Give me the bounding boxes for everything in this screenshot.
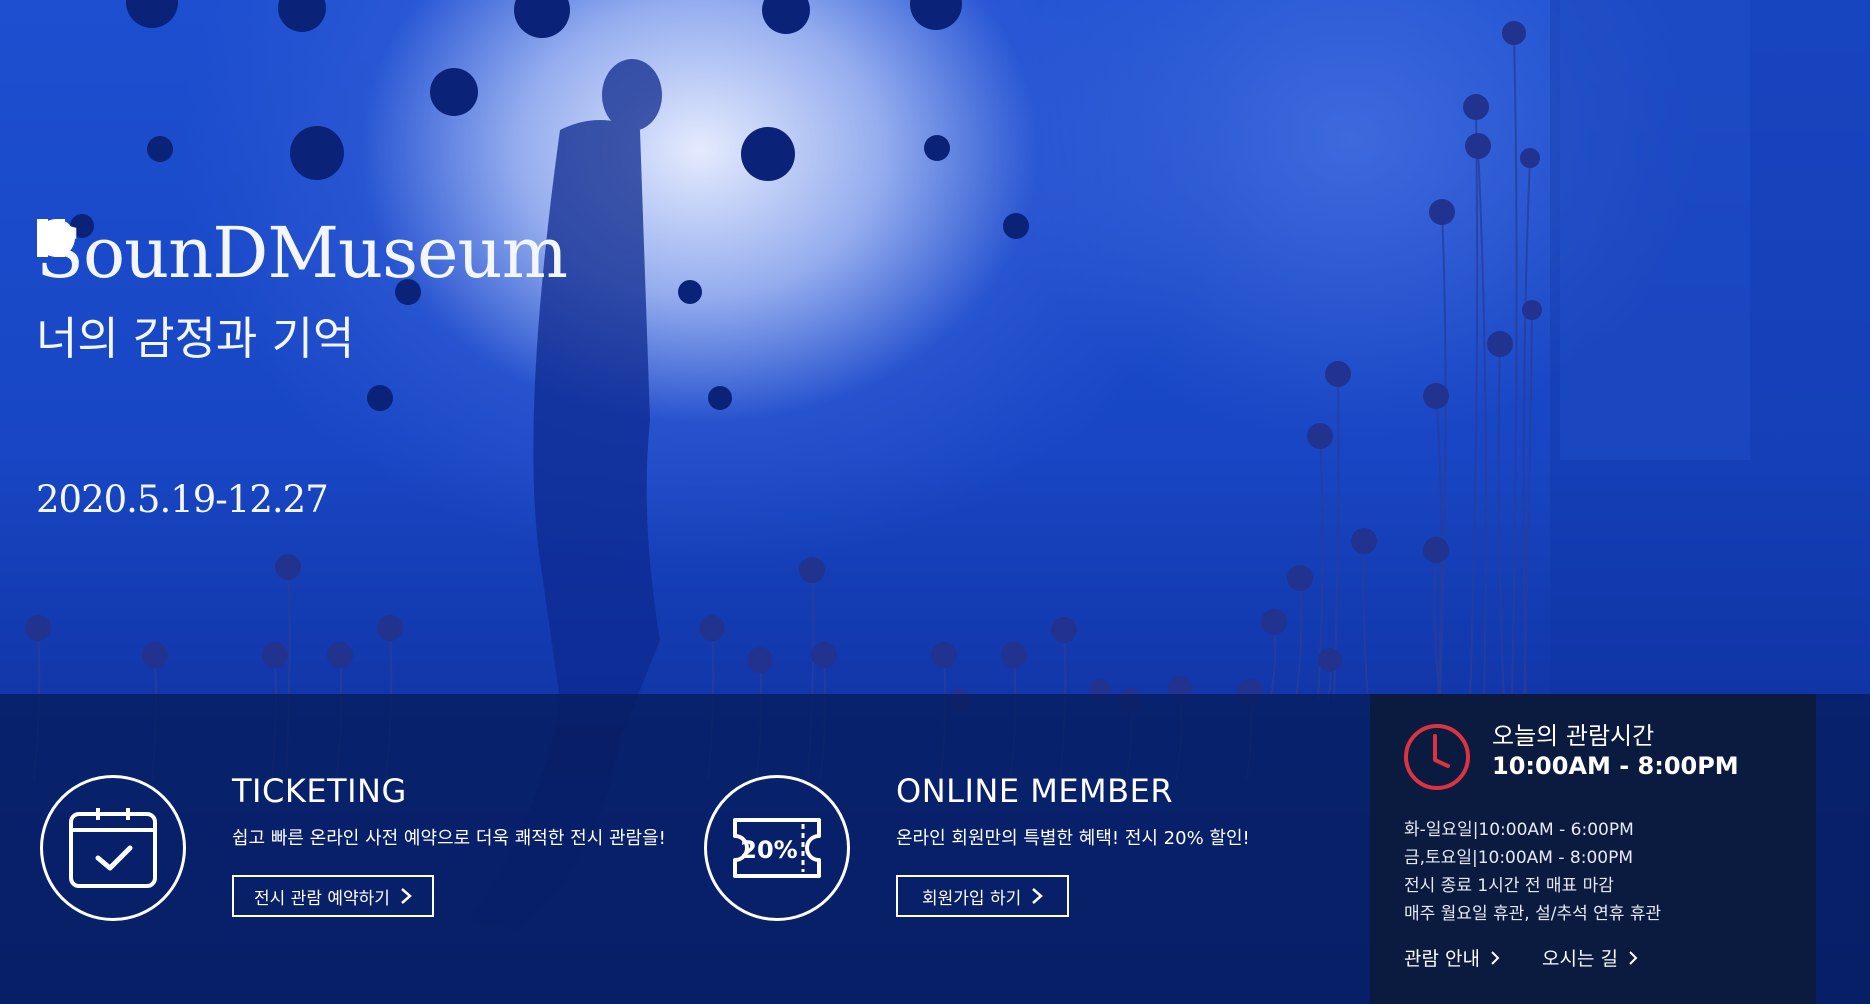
visit-guide-label: 관람 안내 [1404, 948, 1480, 970]
online-member-description: 온라인 회원만의 특별한 혜택! 전시 20% 할인! [896, 828, 1250, 849]
ticketing-icon-circle[interactable] [40, 775, 186, 921]
today-hours-value: 10:00AM - 8:00PM [1492, 752, 1739, 780]
hours-info-line: 매주 월요일 휴관, 설/추석 연휴 휴관 [1404, 904, 1662, 924]
record-icon [37, 219, 75, 257]
directions-label: 오시는 길 [1542, 948, 1618, 970]
directions-link[interactable]: 오시는 길 [1542, 944, 1638, 971]
chevron-right-icon [1629, 950, 1638, 965]
ticketing-section: TICKETING 쉽고 빠른 온라인 사전 예약으로 더욱 쾌적한 전시 관람… [0, 694, 680, 1004]
exhibition-branding: SounDMuseum 너의 감정과 기억 [36, 212, 568, 367]
hours-info-line: 전시 종료 1시간 전 매표 마감 [1404, 876, 1614, 896]
tagline-text: 너의 감정과 기억 [36, 312, 355, 365]
exhibition-tagline: 너의 감정과 기억 [36, 219, 567, 367]
clock-icon [1404, 724, 1470, 790]
hours-info-line: 화-일요일|10:00AM - 6:00PM [1404, 820, 1634, 840]
online-member-title: ONLINE MEMBER [896, 772, 1174, 810]
ticketing-title: TICKETING [232, 772, 407, 810]
today-hours-panel: 오늘의 관람시간 10:00AM - 8:00PM 화-일요일|10:00AM … [1370, 694, 1816, 1004]
book-exhibition-button[interactable]: 전시 관람 예약하기 [232, 875, 434, 917]
info-bar: TICKETING 쉽고 빠른 온라인 사전 예약으로 더욱 쾌적한 전시 관람… [0, 694, 1870, 1004]
hours-info-list: 화-일요일|10:00AM - 6:00PM 금,토요일|10:00AM - 8… [1404, 816, 1661, 928]
chevron-right-icon [1491, 950, 1500, 965]
book-exhibition-label: 전시 관람 예약하기 [254, 888, 390, 909]
sign-up-button[interactable]: 회원가입 하기 [896, 875, 1070, 917]
member-icon-circle[interactable]: 20% [704, 775, 850, 921]
ticket-percent-text: 20% [740, 836, 797, 864]
visit-guide-link[interactable]: 관람 안내 [1404, 944, 1500, 971]
sound-museum-logo: SounDMuseum [36, 212, 568, 294]
online-member-section: 20% ONLINE MEMBER 온라인 회원만의 특별한 혜택! 전시 20… [680, 694, 1370, 1004]
today-hours-title: 오늘의 관람시간 [1492, 722, 1655, 750]
exhibition-dates: 2020.5.19-12.27 [36, 478, 329, 521]
chevron-right-icon [401, 888, 412, 904]
ticket-20-percent-icon: 20% [733, 818, 821, 878]
chevron-right-icon [1032, 888, 1044, 904]
sign-up-label: 회원가입 하기 [922, 888, 1022, 909]
calendar-check-icon [69, 808, 157, 888]
ticketing-description: 쉽고 빠른 온라인 사전 예약으로 더욱 쾌적한 전시 관람을! [232, 828, 666, 849]
hours-info-line: 금,토요일|10:00AM - 8:00PM [1404, 848, 1634, 868]
